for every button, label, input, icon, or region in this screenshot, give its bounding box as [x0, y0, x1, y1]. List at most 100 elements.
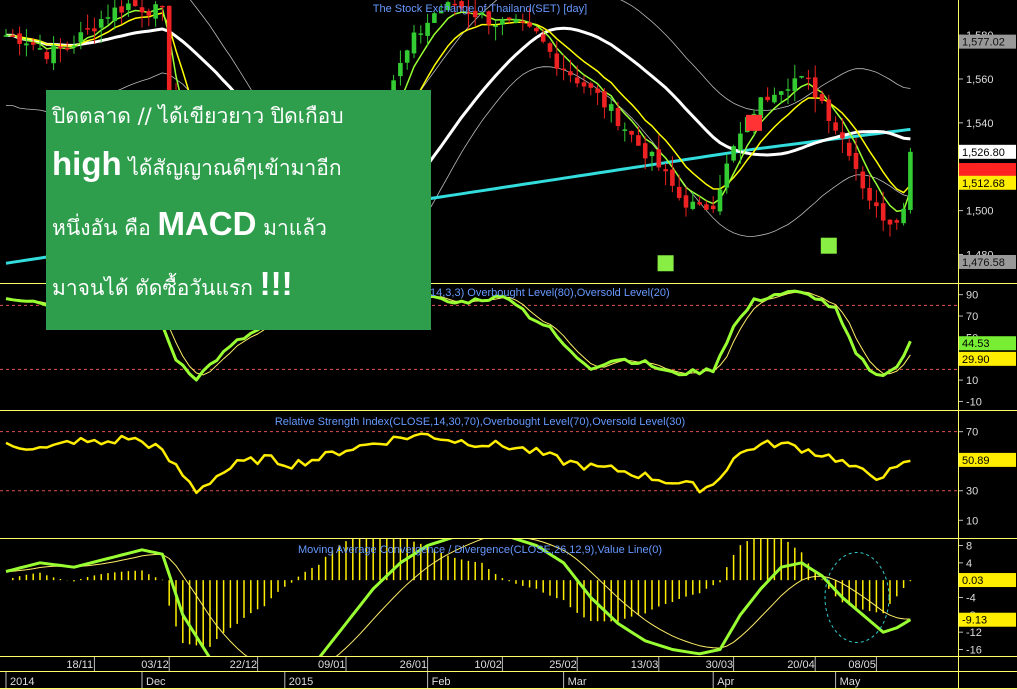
y-tick-label: -4 — [966, 593, 976, 605]
candle-body — [78, 32, 84, 43]
y-tick-label: 1,500 — [966, 206, 994, 218]
note-line-2: high ได้สัญญาณดีๆเข้ามาอีก — [52, 136, 423, 196]
note-macd-word: MACD — [157, 205, 257, 242]
candle-body — [44, 51, 50, 60]
stoch-panel-title: 14,3,3) Overbought Level(80),Oversold Le… — [430, 287, 670, 299]
rsi-value-text: 50.89 — [962, 455, 990, 467]
candle-body — [98, 19, 104, 28]
candle-body — [561, 68, 566, 71]
x-tick-label-period: 2015 — [289, 676, 313, 688]
signal-box-buy — [657, 255, 674, 272]
candle-body — [547, 43, 553, 52]
candle-body — [778, 91, 784, 95]
candle-body — [670, 169, 675, 186]
candle-body — [153, 4, 158, 19]
note-line-3: หนึ่งอัน คือ MACD มาแล้ว — [52, 196, 423, 256]
note-line-1: ปิดตลาด // ได้เขียวยาว ปิดเกือบ — [52, 104, 344, 128]
candle-body — [860, 171, 866, 189]
candle-body — [24, 43, 29, 46]
x-tick-label-date: 08/05 — [848, 659, 876, 671]
macd-panel-title: Moving Average Convergence / Divergence(… — [298, 544, 662, 556]
candle-body — [731, 146, 736, 161]
candle-body — [602, 91, 607, 108]
candle-body — [710, 205, 716, 210]
candle-body — [411, 32, 417, 54]
candle-body — [812, 77, 818, 98]
signal-box-sell — [746, 114, 762, 131]
candle-body — [493, 25, 498, 27]
candle-body — [10, 35, 16, 37]
candle-body — [425, 22, 430, 36]
y-tick-label: 70 — [966, 311, 978, 323]
x-tick-label-date: 22/12 — [230, 659, 258, 671]
candle-body — [663, 169, 668, 172]
candle-body — [166, 5, 172, 91]
x-tick-label-date: 10/02 — [474, 659, 502, 671]
candle-body — [887, 219, 893, 225]
stoch-value-text: 44.53 — [962, 338, 990, 350]
candle-body — [534, 27, 539, 32]
candle-body — [880, 203, 886, 221]
x-tick-label-period: Dec — [146, 676, 166, 688]
candle-body — [17, 33, 22, 44]
candle-body — [64, 48, 70, 50]
price-label-text: 1,577.02 — [962, 37, 1005, 49]
candle-body — [71, 45, 77, 48]
candle-body — [636, 135, 641, 146]
candle-body — [527, 22, 532, 27]
y-tick-label: -16 — [966, 645, 982, 657]
candle-body — [595, 88, 600, 93]
candle-body — [785, 89, 791, 91]
candle-body — [867, 187, 872, 201]
x-tick-label-period: Apr — [717, 676, 734, 688]
candle-body — [92, 28, 97, 32]
candle-body — [738, 133, 743, 151]
candle-body — [846, 142, 852, 156]
note-exclaim: !!! — [259, 265, 293, 302]
note-line-3-end: มาแล้ว — [256, 216, 327, 240]
candle-body — [704, 204, 709, 210]
price-label-box — [959, 163, 1016, 178]
note-line-4: มาจนได้ ตัดซื้อวันแรก !!! — [52, 256, 423, 316]
y-tick-label: 1,540 — [966, 118, 994, 130]
candle-body — [792, 78, 798, 91]
candle-body — [874, 202, 879, 207]
candle-body — [581, 82, 587, 87]
note-line-4-text: มาจนได้ ตัดซื้อวันแรก — [52, 276, 260, 300]
annotation-note: ปิดตลาด // ได้เขียวยาว ปิดเกือบ high ได้… — [46, 90, 431, 330]
macd-value-text: -9.13 — [962, 615, 987, 627]
candle-body — [146, 10, 152, 16]
x-tick-label-date: 20/04 — [787, 659, 815, 671]
candle-body — [806, 77, 811, 80]
price-label-text: 1,512.68 — [962, 178, 1005, 190]
y-tick-label: 4 — [966, 558, 972, 570]
x-tick-label-date: 18/11 — [66, 659, 93, 671]
candle-body — [656, 149, 662, 168]
candle-body — [908, 151, 913, 210]
candle-body — [894, 220, 900, 223]
candle-body — [139, 7, 145, 13]
candle-body — [58, 46, 63, 49]
y-tick-label: 8 — [966, 541, 972, 553]
y-tick-label: 70 — [966, 427, 978, 439]
y-tick-label: 10 — [966, 515, 978, 527]
candle-body — [160, 5, 165, 8]
candle-body — [683, 195, 689, 208]
macd-value-text: 0.03 — [962, 575, 983, 587]
candle-body — [3, 35, 9, 37]
candle-body — [772, 94, 777, 103]
candle-body — [554, 53, 560, 69]
y-tick-label: 90 — [966, 290, 978, 302]
price-label-text: 1,476.58 — [962, 257, 1005, 269]
candle-body — [132, 0, 138, 7]
x-tick-label-date: 09/01 — [318, 659, 346, 671]
candle-body — [629, 130, 634, 135]
y-tick-label: 10 — [966, 375, 978, 387]
candle-body — [840, 132, 845, 139]
candle-body — [724, 163, 730, 188]
candle-body — [126, 3, 131, 11]
candle-body — [85, 28, 90, 30]
candle-body — [30, 42, 36, 45]
candle-body — [799, 76, 804, 78]
candle-body — [676, 186, 682, 198]
